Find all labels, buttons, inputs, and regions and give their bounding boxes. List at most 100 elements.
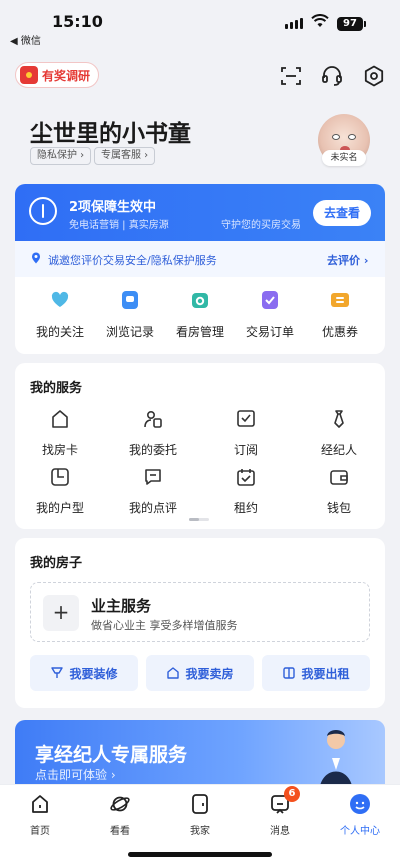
guarantee-card: 2项保障生效中 免电话营销 | 真实房源 守护您的买房交易 去查看 诚邀您评价交… <box>15 184 385 354</box>
top-bar: 有奖调研 <box>0 60 400 92</box>
quick-link-coupons[interactable]: 优惠券 <box>303 290 377 340</box>
subscribe-icon <box>237 410 255 427</box>
review-icon <box>145 469 161 485</box>
service-label: 我的委托 <box>128 443 177 457</box>
tab-home[interactable]: 首页 <box>10 793 70 837</box>
my-house-card: 我的房子 + 业主服务 做省心业主 享受多样增值服务 我要装修 我要卖房 我要出… <box>15 538 385 708</box>
scan-icon[interactable] <box>279 64 303 88</box>
status-time: 15:10 <box>52 12 103 31</box>
service-label: 钱包 <box>326 501 351 515</box>
agent-service-banner[interactable]: 享经纪人专属服务 点击即可体验 › <box>15 720 385 790</box>
view-guarantee-button[interactable]: 去查看 <box>313 200 371 226</box>
add-house-icon[interactable]: + <box>43 595 79 631</box>
service-entrust[interactable]: 我的委托 <box>107 409 199 458</box>
services-title: 我的服务 <box>30 381 83 396</box>
house-title: 我的房子 <box>30 556 83 571</box>
heart-icon <box>51 291 69 307</box>
house-card-icon <box>52 410 68 428</box>
banner-title: 享经纪人专属服务 <box>35 744 188 766</box>
home-icon <box>32 795 48 813</box>
sell-house-label: 我要卖房 <box>185 666 234 681</box>
quick-link-orders[interactable]: 交易订单 <box>233 290 307 340</box>
evaluation-invite-bar[interactable]: 诚邀您评价交易安全/隐私保护服务 去评价 › <box>15 241 385 277</box>
battery-icon: 97 <box>337 17 363 31</box>
tab-explore[interactable]: 看看 <box>90 793 150 837</box>
invite-text: 诚邀您评价交易安全/隐私保护服务 <box>48 254 217 267</box>
service-house-card[interactable]: 找房卡 <box>14 409 106 458</box>
customer-service-icon[interactable] <box>320 64 344 88</box>
decorate-label: 我要装修 <box>69 666 118 681</box>
service-label: 订阅 <box>233 443 258 457</box>
evaluate-link[interactable]: 去评价 › <box>327 252 368 268</box>
service-agent[interactable]: 经纪人 <box>293 409 385 458</box>
tab-label: 消息 <box>270 826 290 837</box>
tab-label: 首页 <box>30 826 50 837</box>
quick-link-label: 优惠券 <box>321 325 358 339</box>
location-pin-icon <box>32 252 40 264</box>
home-indicator[interactable] <box>128 852 272 857</box>
decorate-icon <box>51 667 64 678</box>
service-label: 我的点评 <box>128 501 177 515</box>
service-wallet[interactable]: 钱包 <box>293 467 385 516</box>
guarantee-banner[interactable]: 2项保障生效中 免电话营销 | 真实房源 守护您的买房交易 去查看 <box>15 184 385 241</box>
service-lease[interactable]: 租约 <box>200 467 292 516</box>
owner-service-title: 业主服务 <box>91 597 152 615</box>
privacy-protection-chip[interactable]: 隐私保护 › <box>30 147 92 165</box>
reward-survey-label: 有奖调研 <box>42 68 91 83</box>
house-viewing-icon <box>192 293 208 308</box>
tab-my-home[interactable]: 我家 <box>170 793 230 837</box>
lease-icon <box>237 469 255 486</box>
quick-link-label: 浏览记录 <box>105 325 154 339</box>
sell-house-icon <box>167 667 180 679</box>
quick-link-viewing[interactable]: 看房管理 <box>163 290 237 340</box>
service-label: 租约 <box>233 501 258 515</box>
decorate-button[interactable]: 我要装修 <box>30 655 138 691</box>
rent-out-button[interactable]: 我要出租 <box>262 655 370 691</box>
avatar-eye <box>348 134 356 140</box>
service-floorplan[interactable]: 我的户型 <box>14 467 106 516</box>
tab-profile[interactable]: 个人中心 <box>330 793 390 837</box>
wallet-icon <box>330 470 348 485</box>
unverified-tag[interactable]: 未实名 <box>322 150 366 166</box>
coupon-icon <box>331 293 349 307</box>
owner-service-subtitle: 做省心业主 享受多样增值服务 <box>91 619 238 632</box>
services-page-indicator <box>189 518 209 521</box>
quick-link-history[interactable]: 浏览记录 <box>93 290 167 340</box>
rent-out-label: 我要出租 <box>301 666 350 681</box>
reward-survey-button[interactable]: 有奖调研 <box>15 62 100 88</box>
rent-out-icon <box>283 667 296 679</box>
order-check-icon <box>262 291 278 309</box>
wifi-icon <box>311 14 329 27</box>
quick-link-label: 交易订单 <box>245 325 294 339</box>
planet-icon <box>110 796 130 812</box>
service-review[interactable]: 我的点评 <box>107 467 199 516</box>
guarantee-subtitle: 免电话营销 | 真实房源 <box>69 220 169 231</box>
avatar-eye <box>332 134 340 140</box>
red-packet-icon <box>20 66 38 84</box>
banner-subtitle: 点击即可体验 › <box>35 768 116 782</box>
tab-messages[interactable]: 消息 <box>250 793 310 837</box>
service-label: 找房卡 <box>41 443 78 457</box>
settings-icon[interactable] <box>362 64 386 88</box>
service-subscribe[interactable]: 订阅 <box>200 409 292 458</box>
message-count-badge: 6 <box>284 786 300 802</box>
tab-label: 个人中心 <box>340 826 380 837</box>
exclusive-service-chip[interactable]: 专属客服 › <box>94 147 156 165</box>
my-services-card: 我的服务 找房卡 我的委托 订阅 经纪人 我的户型 我的点评 租约 钱包 <box>15 363 385 529</box>
profile-icon <box>350 794 370 814</box>
sell-house-button[interactable]: 我要卖房 <box>146 655 254 691</box>
agent-icon <box>334 410 344 428</box>
quick-link-favorites[interactable]: 我的关注 <box>23 290 97 340</box>
guarantee-note: 守护您的买房交易 <box>221 220 301 231</box>
service-label: 我的户型 <box>35 501 84 515</box>
browse-history-icon <box>122 291 138 309</box>
battery-nub <box>364 21 366 27</box>
user-name[interactable]: 尘世里的小书童 <box>30 114 191 148</box>
agent-illustration-icon <box>319 730 353 790</box>
entrust-icon <box>144 410 162 428</box>
back-to-app-link[interactable]: ◀ 微信 <box>10 32 41 47</box>
tab-label: 我家 <box>190 826 210 837</box>
owner-service-box[interactable]: + 业主服务 做省心业主 享受多样增值服务 <box>30 582 370 642</box>
guarantee-title: 2项保障生效中 <box>69 200 157 215</box>
tab-label: 看看 <box>110 826 130 837</box>
